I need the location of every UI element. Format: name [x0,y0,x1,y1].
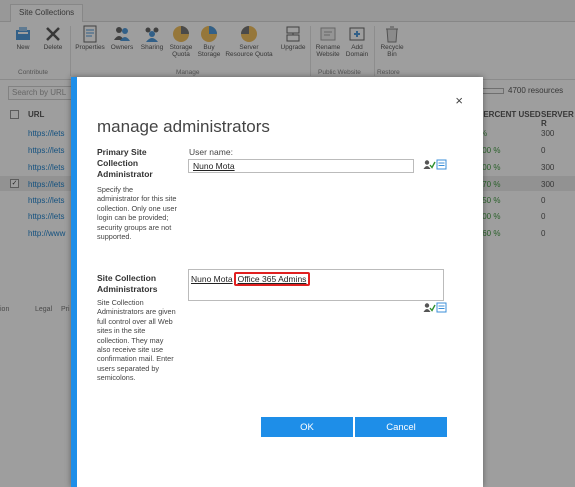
site-admins-heading: Site Collection Administrators [97,273,157,295]
check-names-and-browse-icon[interactable] [423,302,447,314]
cancel-button[interactable]: Cancel [355,417,447,437]
resolved-user: Nuno Mota [193,161,235,171]
primary-admin-heading: Primary Site Collection Administrator [97,147,153,180]
resolved-user: Nuno Mota [191,274,233,284]
primary-admin-heading-line: Primary Site [97,147,147,157]
user-name-label: User name: [189,147,233,157]
site-admins-heading-line: Administrators [97,284,158,294]
highlighted-user-annotation: Office 365 Admins [233,272,311,286]
primary-admin-field[interactable]: Nuno Mota [188,159,414,173]
check-names-and-browse-icon[interactable] [423,159,447,171]
close-icon[interactable]: × [455,93,463,108]
manage-administrators-dialog: × manage administrators Primary Site Col… [71,77,483,487]
primary-admin-heading-line: Collection [97,158,139,168]
ok-button[interactable]: OK [261,417,353,437]
site-admins-heading-line: Site Collection [97,273,157,283]
site-admins-description: Site Collection Administrators are given… [97,298,176,383]
primary-admin-description: Specify the administrator for this site … [97,185,177,242]
primary-admin-heading-line: Administrator [97,169,153,179]
dialog-title: manage administrators [97,117,270,136]
resolved-user: Office 365 Admins [237,274,307,284]
site-admins-field[interactable]: Nuno Mota Office 365 Admins [188,269,444,301]
